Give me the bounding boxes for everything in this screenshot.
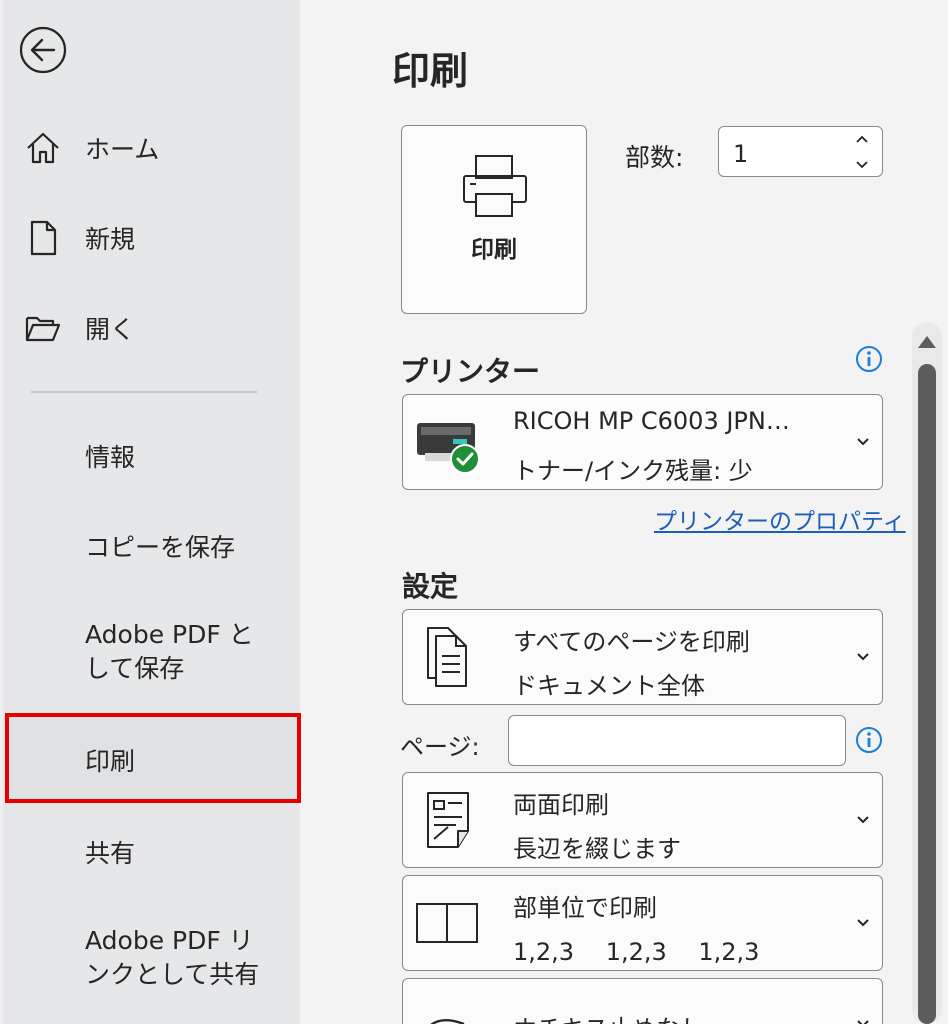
print-button[interactable]: 印刷 [401, 125, 587, 314]
sidebar-item-print[interactable]: 印刷 [3, 713, 303, 803]
selection-highlight [5, 713, 301, 803]
label-line-2: ンクとして共有 [85, 960, 260, 989]
scrollbar[interactable] [908, 322, 946, 1024]
chevron-down-icon [857, 438, 869, 446]
settings-section-title: 設定 [402, 570, 459, 603]
sidebar-item-label: 情報 [85, 443, 136, 472]
duplex-title: 両面印刷 [513, 791, 609, 819]
label-line-1: Adobe PDF リ [85, 926, 254, 955]
page-title: 印刷 [392, 49, 469, 93]
collated-pages-icon [413, 890, 483, 956]
printer-name: RICOH MP C6003 JPN… [513, 407, 790, 435]
scroll-up-arrow-icon[interactable] [916, 332, 938, 350]
sidebar-item-home[interactable]: ホーム [3, 128, 303, 168]
chevron-down-icon [857, 653, 869, 661]
print-range-title: すべてのページを印刷 [513, 628, 750, 656]
chevron-down-icon [857, 919, 869, 927]
sidebar-item-label: Adobe PDF と して保存 [85, 618, 254, 686]
duplex-dropdown[interactable]: 両面印刷 長辺を綴じます [402, 772, 883, 868]
label-line-2: して保存 [85, 654, 185, 683]
back-button[interactable] [17, 24, 69, 76]
sidebar-item-info[interactable]: 情報 [3, 436, 303, 476]
staple-dropdown[interactable]: ホチキス止めなし [402, 978, 883, 1024]
sidebar-item-share-as-adobe-pdf-link[interactable]: Adobe PDF リ ンクとして共有 [3, 924, 303, 996]
sidebar-item-label: 新規 [85, 225, 136, 254]
sidebar-item-save-as-adobe-pdf[interactable]: Adobe PDF と して保存 [3, 618, 303, 690]
collation-dropdown[interactable]: 部単位で印刷 1,2,3 1,2,3 1,2,3 [402, 875, 883, 971]
sidebar-item-label: コピーを保存 [85, 533, 236, 562]
sidebar-item-label: Adobe PDF リ ンクとして共有 [85, 924, 259, 992]
sidebar-item-open[interactable]: 開く [3, 308, 303, 348]
sidebar-item-save-copy[interactable]: コピーを保存 [3, 526, 303, 566]
sidebar-item-label: 印刷 [85, 747, 136, 776]
printer-status: トナー/インク残量: 少 [513, 457, 753, 485]
chevron-down-icon [857, 1020, 869, 1024]
sidebar-item-share[interactable]: 共有 [3, 832, 303, 872]
printer-properties-link[interactable]: プリンターのプロパティ [654, 502, 906, 536]
duplex-subtitle: 長辺を綴じます [513, 835, 681, 863]
print-range-subtitle: ドキュメント全体 [513, 672, 705, 700]
print-button-label: 印刷 [471, 237, 517, 263]
print-range-dropdown[interactable]: すべてのページを印刷 ドキュメント全体 [402, 609, 883, 705]
info-icon[interactable] [855, 345, 883, 373]
label-line-1: Adobe PDF と [85, 620, 254, 649]
back-arrow-icon [19, 26, 67, 74]
home-icon [23, 128, 63, 168]
sidebar-divider [31, 391, 257, 393]
open-folder-icon [23, 308, 63, 348]
collation-subtitle: 1,2,3 1,2,3 1,2,3 [513, 938, 760, 966]
pages-input[interactable] [508, 715, 846, 766]
sidebar-item-label: 共有 [85, 839, 136, 868]
scroll-thumb[interactable] [918, 364, 936, 1024]
copies-stepper[interactable]: 1 [718, 126, 883, 177]
collation-title: 部単位で印刷 [513, 894, 657, 922]
staple-icon [413, 997, 483, 1024]
spin-up-down-icon[interactable] [854, 131, 870, 173]
printer-section-title: プリンター [400, 355, 541, 388]
printer-icon [463, 155, 527, 217]
copies-value: 1 [733, 140, 749, 168]
copies-label: 部数: [625, 143, 684, 172]
pages-label: ページ: [400, 733, 480, 761]
printer-ready-icon [413, 409, 483, 475]
sidebar-item-label: ホーム [85, 135, 160, 164]
sidebar-item-label: 開く [85, 315, 136, 344]
backstage-sidebar: ホーム 新規 開く 情報 コピーを保存 Adobe PDF と して保存 印刷 … [0, 0, 303, 1024]
info-icon[interactable] [855, 726, 883, 754]
printer-dropdown[interactable]: RICOH MP C6003 JPN… トナー/インク残量: 少 [402, 394, 883, 490]
chevron-down-icon [857, 816, 869, 824]
staple-title: ホチキス止めなし [513, 1009, 704, 1024]
pages-icon [413, 624, 483, 690]
new-document-icon [23, 218, 63, 258]
duplex-print-icon [413, 787, 483, 853]
sidebar-item-new[interactable]: 新規 [3, 218, 303, 258]
